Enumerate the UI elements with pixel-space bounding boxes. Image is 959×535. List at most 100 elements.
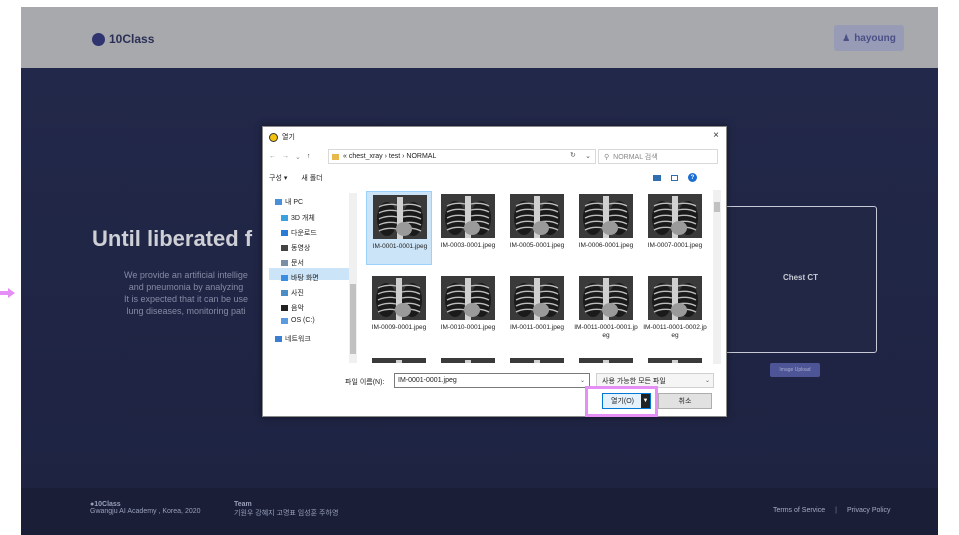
back-arrow-icon[interactable]: ← bbox=[269, 153, 276, 160]
terms-link[interactable]: Terms of Service bbox=[773, 507, 825, 514]
file-name: IM-0005-0001.jpeg bbox=[509, 242, 565, 249]
file-grid-scrollbar-thumb[interactable] bbox=[714, 202, 720, 212]
open-dropdown-icon[interactable]: ▼ bbox=[641, 394, 650, 408]
cube-icon bbox=[281, 215, 288, 221]
address-bar[interactable]: « chest_xray › test › NORMAL ⌄ bbox=[328, 149, 596, 164]
refresh-icon[interactable]: ↻ bbox=[570, 151, 576, 159]
dialog-toolbar: 구성 ▾ 새 폴더 bbox=[269, 173, 323, 183]
hero-title: Until liberated f bbox=[92, 226, 253, 251]
footer-separator: | bbox=[835, 507, 837, 514]
tree-item[interactable]: 네트워크 bbox=[275, 334, 311, 344]
file-item[interactable] bbox=[366, 355, 432, 363]
video-icon bbox=[281, 245, 288, 251]
tree-scrollbar[interactable] bbox=[349, 193, 357, 363]
filename-label: 파일 이름(N): bbox=[345, 379, 385, 386]
up-arrow-icon[interactable]: ↑ bbox=[307, 153, 311, 160]
music-icon bbox=[281, 305, 288, 311]
tree-item-label: 동영상 bbox=[291, 245, 311, 252]
tree-item[interactable]: 음악 bbox=[281, 303, 304, 313]
xray-thumbnail-icon bbox=[648, 194, 702, 238]
brand-logo[interactable]: 10Class bbox=[92, 32, 154, 46]
tree-scrollbar-thumb[interactable] bbox=[350, 284, 356, 354]
forward-arrow-icon[interactable]: → bbox=[282, 153, 289, 160]
tree-item[interactable]: 동영상 bbox=[281, 243, 310, 253]
file-item[interactable]: IM-0010-0001.jpeg bbox=[435, 273, 501, 347]
footer-team: Team 기원우 강혜지 고명표 임성훈 주하영 bbox=[234, 501, 338, 518]
filename-dropdown-icon[interactable]: ⌄ bbox=[580, 377, 585, 384]
tree-item[interactable]: 다운로드 bbox=[281, 228, 317, 238]
person-icon: ♟ bbox=[842, 32, 851, 43]
search-icon: ⚲ bbox=[604, 153, 610, 161]
tree-item-label: 3D 개체 bbox=[291, 215, 315, 222]
file-item[interactable] bbox=[435, 355, 501, 363]
file-item[interactable]: IM-0011-0001.jpeg bbox=[504, 273, 570, 347]
close-icon[interactable]: × bbox=[713, 130, 719, 141]
new-folder-button[interactable]: 새 폴더 bbox=[301, 173, 322, 183]
tree-item[interactable]: 바탕 화면 bbox=[281, 273, 319, 283]
tree-item-label: 문서 bbox=[291, 260, 304, 267]
hero-line: lung diseases, monitoring pati bbox=[126, 306, 246, 316]
view-controls: ? bbox=[653, 173, 697, 182]
footer-team-title: Team bbox=[234, 501, 252, 508]
file-item[interactable] bbox=[504, 355, 570, 363]
xray-thumbnail-icon bbox=[648, 276, 702, 320]
footer-brand: ●10Class Gwangju AI Academy , Korea, 202… bbox=[90, 501, 201, 515]
tree-item-label: 바탕 화면 bbox=[291, 275, 319, 282]
image-upload-button[interactable]: Image Upload bbox=[770, 363, 820, 377]
tree-item-label: OS (C:) bbox=[291, 317, 315, 324]
preview-pane-icon[interactable] bbox=[671, 174, 678, 181]
recent-chevron-icon[interactable]: ⌄ bbox=[295, 153, 301, 161]
dialog-title: 열기 bbox=[282, 134, 295, 141]
hero-line: and pneumonia by analyzing bbox=[128, 282, 244, 292]
chest-ct-label: Chest CT bbox=[782, 273, 819, 282]
xray-thumbnail-icon bbox=[579, 194, 633, 238]
search-input[interactable]: ⚲ NORMAL 검색 bbox=[598, 149, 718, 164]
hero-description: We provide an artificial intellige and p… bbox=[101, 269, 271, 317]
download-icon bbox=[281, 230, 288, 236]
cancel-button[interactable]: 취소 bbox=[658, 393, 712, 409]
file-item[interactable]: IM-0003-0001.jpeg bbox=[435, 191, 501, 265]
footer-links: Terms of Service | Privacy Policy bbox=[773, 507, 891, 514]
tree-item-label: 사진 bbox=[291, 290, 304, 297]
filetype-dropdown-icon[interactable]: ⌄ bbox=[705, 377, 710, 384]
brand-name: 10Class bbox=[109, 32, 155, 46]
file-item[interactable] bbox=[642, 355, 708, 363]
tree-item[interactable]: 문서 bbox=[281, 258, 304, 268]
hero-line: We provide an artificial intellige bbox=[124, 270, 248, 280]
footer-address: Gwangju AI Academy , Korea, 2020 bbox=[90, 508, 201, 515]
organize-button[interactable]: 구성 ▾ bbox=[269, 173, 287, 183]
file-item[interactable]: IM-0009-0001.jpeg bbox=[366, 273, 432, 347]
file-item[interactable]: IM-0006-0001.jpeg bbox=[573, 191, 639, 265]
filetype-select[interactable]: 사용 가능한 모든 파일 bbox=[596, 373, 714, 388]
file-name: IM-0011-0001-0002.jpeg bbox=[643, 324, 707, 339]
file-item[interactable] bbox=[573, 355, 639, 363]
view-mode-icon[interactable] bbox=[653, 174, 661, 181]
file-name: IM-0009-0001.jpeg bbox=[371, 324, 427, 331]
chest-ct-panel[interactable]: Chest CT bbox=[724, 206, 877, 353]
xray-thumbnail-icon bbox=[579, 358, 633, 363]
file-item[interactable]: IM-0011-0001-0001.jpeg bbox=[573, 273, 639, 347]
footer: ●10Class Gwangju AI Academy , Korea, 202… bbox=[21, 488, 938, 535]
tree-item[interactable]: 3D 개체 bbox=[281, 213, 315, 223]
tree-item[interactable]: OS (C:) bbox=[281, 317, 315, 324]
address-chevron-icon[interactable]: ⌄ bbox=[585, 152, 591, 160]
file-item[interactable]: IM-0001-0001.jpeg bbox=[366, 191, 432, 265]
file-grid-scrollbar[interactable] bbox=[713, 190, 721, 364]
logo-icon bbox=[92, 32, 105, 46]
file-item[interactable]: IM-0011-0001-0002.jpeg bbox=[642, 273, 708, 347]
tree-item[interactable]: 사진 bbox=[281, 288, 304, 298]
picture-icon bbox=[281, 290, 288, 296]
privacy-link[interactable]: Privacy Policy bbox=[847, 507, 891, 514]
file-item[interactable]: IM-0005-0001.jpeg bbox=[504, 191, 570, 265]
drive-icon bbox=[281, 317, 288, 324]
chrome-icon bbox=[269, 132, 278, 142]
file-item[interactable]: IM-0007-0001.jpeg bbox=[642, 191, 708, 265]
tree-item-label: 음악 bbox=[291, 305, 304, 312]
help-icon[interactable]: ? bbox=[688, 173, 697, 182]
xray-thumbnail-icon bbox=[648, 358, 702, 363]
tree-item[interactable]: 내 PC bbox=[275, 197, 303, 207]
xray-thumbnail-icon bbox=[441, 194, 495, 238]
filename-input[interactable]: IM-0001-0001.jpeg bbox=[394, 373, 590, 388]
desktop-icon bbox=[281, 275, 288, 281]
user-button[interactable]: ♟ hayoung bbox=[834, 25, 904, 51]
